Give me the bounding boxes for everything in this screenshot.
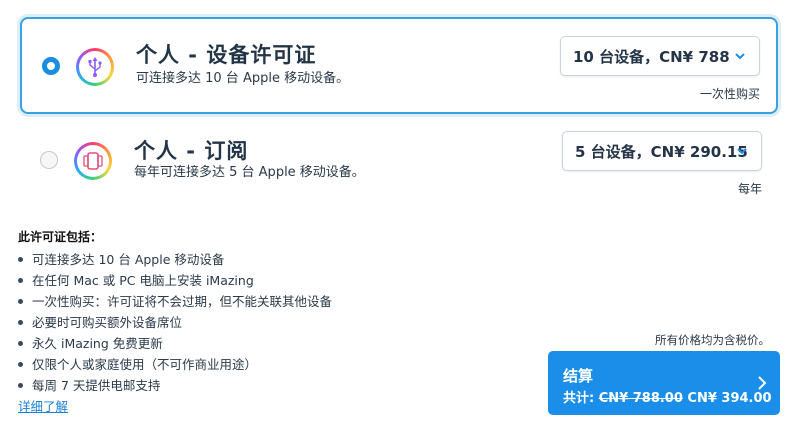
discounted-price: CN¥ 394.00: [682, 391, 772, 406]
device-count-select[interactable]: 10 台设备，CN¥ 788: [560, 36, 760, 76]
list-item: 仅限个人或家庭使用（不可作商业用途）: [18, 354, 518, 375]
bullet-icon: [18, 299, 23, 304]
bullet-icon: [18, 341, 23, 346]
total-prefix: 共计:: [563, 391, 599, 406]
option-subtitle: 可连接多达 10 台 Apple 移动设备。: [136, 71, 350, 86]
usb-icon: [76, 48, 114, 86]
option-title: 个人 - 设备许可证: [136, 43, 317, 67]
feature-text: 仅限个人或家庭使用（不可作商业用途）: [32, 357, 258, 372]
original-price: CN¥ 788.00: [598, 391, 683, 406]
list-item: 可连接多达 10 台 Apple 移动设备: [18, 249, 518, 270]
tax-note: 所有价格均为含税价。: [655, 333, 770, 347]
chevron-down-icon: [737, 148, 747, 155]
list-item: 一次性购买：许可证将不会过期，但不能关联其他设备: [18, 291, 518, 312]
purchase-type-note: 一次性购买: [699, 87, 760, 101]
learn-more-link[interactable]: 详细了解: [18, 396, 68, 415]
list-item: 每周 7 天提供电邮支持: [18, 375, 518, 396]
feature-text: 必要时可购买额外设备席位: [32, 315, 183, 330]
option-subtitle: 每年可连接多达 5 台 Apple 移动设备。: [134, 165, 365, 180]
bullet-icon: [18, 320, 23, 325]
checkout-button[interactable]: 结算 共计: CN¥ 788.00 CN¥ 394.00: [548, 351, 780, 415]
license-option-subscription[interactable]: 个人 - 订阅 每年可连接多达 5 台 Apple 移动设备。 5 台设备，CN…: [20, 128, 778, 200]
list-item: 必要时可购买额外设备席位: [18, 312, 518, 333]
radio-selected[interactable]: [42, 57, 60, 75]
chevron-right-icon: [758, 376, 767, 390]
device-count-select[interactable]: 5 台设备，CN¥ 290.15: [562, 131, 762, 171]
purchase-type-note: 每年: [737, 182, 762, 196]
feature-text: 在任何 Mac 或 PC 电脑上安装 iMazing: [32, 273, 254, 288]
checkout-label: 结算: [563, 367, 594, 385]
feature-text: 每周 7 天提供电邮支持: [32, 378, 161, 393]
bullet-icon: [18, 278, 23, 283]
select-value: 10 台设备，CN¥ 788: [573, 47, 730, 66]
checkout-total: 共计: CN¥ 788.00 CN¥ 394.00: [563, 387, 772, 406]
select-value: 5 台设备，CN¥ 290.15: [575, 142, 748, 161]
features-heading: 此许可证包括：: [18, 230, 103, 244]
feature-text: 永久 iMazing 免费更新: [32, 336, 163, 351]
license-features: 此许可证包括： 可连接多达 10 台 Apple 移动设备 在任何 Mac 或 …: [18, 228, 518, 396]
list-item: 永久 iMazing 免费更新: [18, 333, 518, 354]
license-option-device[interactable]: 个人 - 设备许可证 可连接多达 10 台 Apple 移动设备。 10 台设备…: [20, 17, 778, 114]
bullet-icon: [18, 362, 23, 367]
devices-icon: [74, 142, 112, 180]
chevron-down-icon: [735, 53, 745, 60]
features-list: 可连接多达 10 台 Apple 移动设备 在任何 Mac 或 PC 电脑上安装…: [18, 249, 518, 396]
feature-text: 一次性购买：许可证将不会过期，但不能关联其他设备: [32, 294, 333, 309]
list-item: 在任何 Mac 或 PC 电脑上安装 iMazing: [18, 270, 518, 291]
bullet-icon: [18, 383, 23, 388]
radio-unselected[interactable]: [40, 151, 58, 169]
feature-text: 可连接多达 10 台 Apple 移动设备: [32, 252, 225, 267]
bullet-icon: [18, 257, 23, 262]
